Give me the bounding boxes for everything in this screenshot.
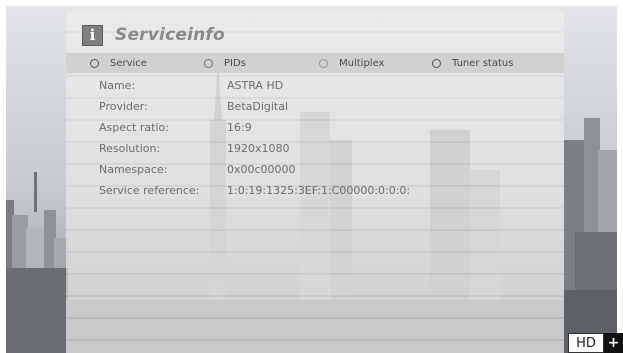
tab-label: Service xyxy=(110,57,147,69)
radio-icon xyxy=(90,58,99,68)
row-label: Provider: xyxy=(99,100,148,113)
row-value: 16:9 xyxy=(227,121,252,134)
row-value: 1920x1080 xyxy=(227,142,290,155)
frame-left xyxy=(0,0,6,353)
radio-icon xyxy=(319,58,328,68)
row-value: BetaDigital xyxy=(227,100,289,113)
panel-header: i Serviceinfo xyxy=(82,22,225,48)
row-label: Service reference: xyxy=(99,184,200,197)
row-value: 1:0:19:1325:3EF:1:C00000:0:0:0: xyxy=(227,184,411,197)
frame-top xyxy=(0,0,623,6)
tab-label: Multiplex xyxy=(339,57,385,69)
info-icon: i xyxy=(82,24,103,46)
tab-tuner-status[interactable]: Tuner status xyxy=(432,53,513,73)
tab-bar: Service PIDs Multiplex Tuner status xyxy=(66,53,564,73)
row-value: 0x00c00000 xyxy=(227,163,296,176)
tab-multiplex[interactable]: Multiplex xyxy=(319,53,384,73)
info-row-resolution: Resolution: 1920x1080 xyxy=(66,138,564,158)
tab-label: PIDs xyxy=(224,57,246,69)
row-label: Resolution: xyxy=(99,142,161,155)
info-row-service-reference: Service reference: 1:0:19:1325:3EF:1:C00… xyxy=(66,180,564,200)
info-row-namespace: Namespace: 0x00c00000 xyxy=(66,159,564,179)
row-label: Name: xyxy=(99,79,136,92)
info-row-provider: Provider: BetaDigital xyxy=(66,96,564,116)
info-row-name: Name: ASTRA HD xyxy=(66,75,564,95)
tab-service[interactable]: Service xyxy=(90,53,147,73)
plus-badge: + xyxy=(604,333,623,353)
radio-icon xyxy=(204,58,213,68)
tab-label: Tuner status xyxy=(452,57,514,69)
hd-badge: HD xyxy=(568,333,604,353)
row-label: Aspect ratio: xyxy=(99,121,169,134)
info-row-aspect-ratio: Aspect ratio: 16:9 xyxy=(66,117,564,137)
row-label: Namespace: xyxy=(99,163,168,176)
row-value: ASTRA HD xyxy=(227,79,284,92)
radio-icon xyxy=(432,58,441,68)
tab-pids[interactable]: PIDs xyxy=(204,53,246,73)
page-title: Serviceinfo xyxy=(115,25,225,45)
frame-right xyxy=(617,0,623,353)
